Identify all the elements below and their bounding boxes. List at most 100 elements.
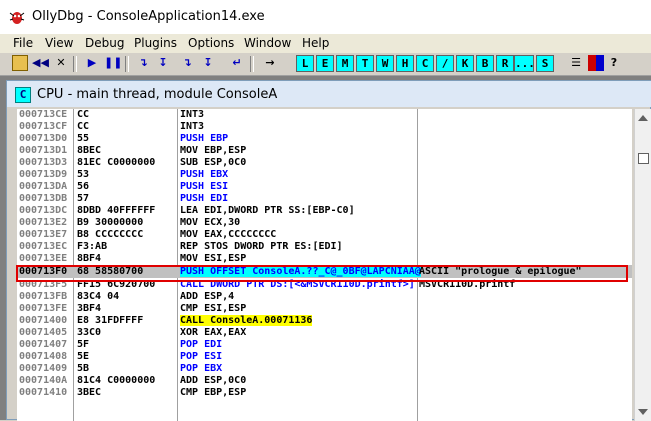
disasm-row[interactable]: 000713D1 8BEC MOV EBP,ESP (17, 145, 632, 156)
row-instruction: SUB ESP,0C0 (180, 157, 247, 168)
row-address: 000713DB (19, 193, 68, 204)
cpu-window-button[interactable]: C (416, 55, 434, 72)
row-address: 00071408 (19, 351, 68, 362)
ollydbg-bug-icon (9, 12, 25, 24)
row-hex: 5B (77, 363, 90, 374)
go-to-icon[interactable]: → (262, 55, 278, 71)
step-over-icon[interactable]: ↧ (155, 55, 171, 71)
disasm-row[interactable]: 00071407 5F POP EDI (17, 339, 632, 350)
references-button[interactable]: R (496, 55, 514, 72)
row-hex: B9 30000000 (77, 217, 144, 228)
row-address: 000713D0 (19, 133, 68, 144)
menu-plugins[interactable]: Plugins (134, 36, 177, 50)
disasm-row[interactable]: 000713E7 B8 CCCCCCCC MOV EAX,CCCCCCCC (17, 229, 632, 240)
disasm-row[interactable]: 00071405 33C0 XOR EAX,EAX (17, 327, 632, 338)
disasm-row[interactable]: 00071400 E8 31FDFFFF CALL ConsoleA.00071… (17, 315, 632, 326)
row-instruction: CMP ESI,ESP (180, 303, 247, 314)
disasm-row[interactable]: 000713EC F3:AB REP STOS DWORD PTR ES:[ED… (17, 241, 632, 252)
disasm-row[interactable]: 0007140A 81C4 C0000000 ADD ESP,0C0 (17, 375, 632, 386)
row-hex: 33C0 (77, 327, 102, 338)
row-instruction: MOV ESI,ESP (180, 253, 247, 264)
disasm-row[interactable]: 000713DB 57 PUSH EDI (17, 193, 632, 204)
row-address: 000713DA (19, 181, 68, 192)
row-instruction: CALL ConsoleA.00071136 (180, 315, 313, 326)
toolbar-separator (73, 56, 77, 72)
disasm-row[interactable]: 000713FB 83C4 04 ADD ESP,4 (17, 291, 632, 302)
appearance-icon[interactable] (588, 55, 604, 71)
row-instruction: REP STOS DWORD PTR ES:[EDI] (180, 241, 343, 252)
breakpoints-button[interactable]: B (476, 55, 494, 72)
pause-icon[interactable]: ❚❚ (104, 55, 122, 71)
handles-window-button[interactable]: H (396, 55, 414, 72)
rewind-icon[interactable]: ◀◀ (32, 55, 49, 71)
scroll-up-arrow-icon[interactable] (638, 115, 648, 121)
step-into-icon[interactable]: ↴ (135, 55, 151, 71)
row-hex: E8 31FDFFFF (77, 315, 144, 326)
menu-bar: File View Debug Plugins Options Window H… (0, 34, 651, 54)
row-instruction: CMP EBP,ESP (180, 387, 247, 398)
run-icon[interactable]: ▶ (84, 55, 100, 71)
list-icon[interactable]: ☰ (568, 55, 584, 71)
source-button[interactable]: S (536, 55, 554, 72)
row-address: 000713EE (19, 253, 68, 264)
row-hex: 83C4 04 (77, 291, 120, 302)
disasm-row[interactable]: 000713D3 81EC C0000000 SUB ESP,0C0 (17, 157, 632, 168)
toolbar: ◀◀ ✕ ▶ ❚❚ ↴ ↧ ↴ ↧ ↵ → L E M T W H C / K … (0, 53, 651, 76)
disasm-row[interactable]: 00071408 5E POP ESI (17, 351, 632, 362)
disasm-row[interactable]: 000713CE CC INT3 (17, 109, 632, 120)
trace-into-icon[interactable]: ↴ (179, 55, 195, 71)
row-address: 000713E2 (19, 217, 68, 228)
scroll-thumb[interactable] (638, 153, 649, 164)
row-instruction: ADD ESP,0C0 (180, 375, 247, 386)
patches-window-button[interactable]: / (436, 55, 454, 72)
trace-over-icon[interactable]: ↧ (200, 55, 216, 71)
disasm-row[interactable]: 000713FE 3BF4 CMP ESI,ESP (17, 303, 632, 314)
disasm-row[interactable]: 00071409 5B POP EBX (17, 363, 632, 374)
scroll-down-arrow-icon[interactable] (638, 409, 648, 415)
disasm-row[interactable]: 000713EE 8BF4 MOV ESI,ESP (17, 253, 632, 264)
disasm-row[interactable]: 000713E2 B9 30000000 MOV ECX,30 (17, 217, 632, 228)
row-instruction: PUSH EBX (180, 169, 229, 180)
modules-window-button[interactable]: E (316, 55, 334, 72)
row-instruction: XOR EAX,EAX (180, 327, 247, 338)
row-address: 000713D9 (19, 169, 68, 180)
help-icon[interactable]: ? (606, 55, 622, 71)
menu-file[interactable]: File (13, 36, 33, 50)
row-hex: 81EC C0000000 (77, 157, 156, 168)
windows-list-button[interactable]: W (376, 55, 394, 72)
menu-view[interactable]: View (45, 36, 73, 50)
menu-debug[interactable]: Debug (85, 36, 124, 50)
row-address: 00071407 (19, 339, 68, 350)
disasm-row[interactable]: 000713DC 8DBD 40FFFFFF LEA EDI,DWORD PTR… (17, 205, 632, 216)
row-instruction: POP EDI (180, 339, 223, 350)
menu-window[interactable]: Window (244, 36, 291, 50)
disasm-row[interactable]: 000713CF CC INT3 (17, 121, 632, 132)
menu-options[interactable]: Options (188, 36, 234, 50)
execute-till-return-icon[interactable]: ↵ (229, 55, 245, 71)
close-icon[interactable]: ✕ (53, 55, 69, 71)
row-hex: F3:AB (77, 241, 108, 252)
row-address: 000713DC (19, 205, 68, 216)
row-instruction: POP EBX (180, 363, 223, 374)
row-hex: 3BEC (77, 387, 102, 398)
threads-window-button[interactable]: T (356, 55, 374, 72)
memory-map-button[interactable]: M (336, 55, 354, 72)
row-hex: 3BF4 (77, 303, 102, 314)
open-icon[interactable] (12, 55, 28, 71)
row-address: 00071409 (19, 363, 68, 374)
disasm-row[interactable]: 000713D0 55 PUSH EBP (17, 133, 632, 144)
row-address: 00071400 (19, 315, 68, 326)
disasm-row[interactable]: 000713D9 53 PUSH EBX (17, 169, 632, 180)
row-instruction: INT3 (180, 121, 205, 132)
disasm-row[interactable]: 000713DA 56 PUSH ESI (17, 181, 632, 192)
menu-help[interactable]: Help (302, 36, 329, 50)
title-bar: OllyDbg - ConsoleApplication14.exe (0, 0, 651, 34)
disasm-row[interactable]: 00071410 3BEC CMP EBP,ESP (17, 387, 632, 398)
vertical-scrollbar[interactable] (634, 109, 651, 421)
log-window-button[interactable]: L (296, 55, 314, 72)
row-hex: 56 (77, 181, 90, 192)
toolbar-separator (125, 56, 129, 72)
call-stack-button[interactable]: K (456, 55, 474, 72)
run-trace-button[interactable]: ... (514, 55, 535, 72)
row-instruction: INT3 (180, 109, 205, 120)
